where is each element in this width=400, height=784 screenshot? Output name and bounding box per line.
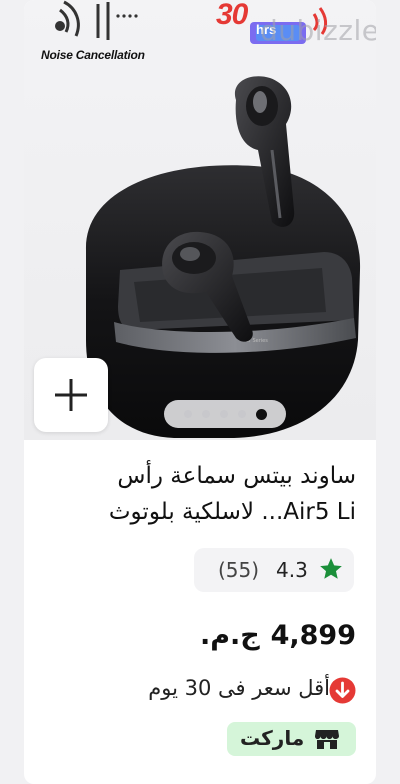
- arrow-down-icon: [329, 677, 356, 704]
- lowest-price-note: أقل سعر فى 30 يوم: [148, 676, 330, 700]
- rating-count: (55): [218, 558, 260, 582]
- product-image-gallery[interactable]: Noise Cancellation 30 hrs dubizzle Air S…: [24, 0, 376, 440]
- product-title-line2: Air5 Li... لاسلكية بلوتوث: [108, 499, 356, 525]
- store-badge-label: ماركت: [240, 726, 305, 750]
- price-currency: ج.م.: [200, 620, 260, 651]
- product-card[interactable]: Noise Cancellation 30 hrs dubizzle Air S…: [24, 0, 376, 784]
- carousel-dot[interactable]: [219, 410, 228, 418]
- carousel-dot[interactable]: [183, 410, 192, 418]
- plus-icon: [55, 379, 87, 411]
- product-title[interactable]: ساوند بيتس سماعة رأس Air5 Li... لاسلكية …: [26, 458, 356, 530]
- add-button[interactable]: [34, 358, 108, 432]
- rating-value: 4.3: [276, 558, 308, 582]
- carousel-dot-active[interactable]: [255, 408, 267, 420]
- battery-hours-number: 30: [216, 0, 248, 31]
- star-icon: [320, 558, 342, 579]
- carousel-indicator[interactable]: [164, 400, 286, 428]
- carousel-dot[interactable]: [201, 410, 210, 418]
- price-amount: 4,899: [270, 620, 356, 651]
- product-title-line1: ساوند بيتس سماعة رأس: [117, 463, 356, 489]
- dubizzle-watermark: dubizzle: [260, 14, 376, 47]
- carousel-dot[interactable]: [237, 410, 246, 418]
- store-icon: [315, 730, 339, 749]
